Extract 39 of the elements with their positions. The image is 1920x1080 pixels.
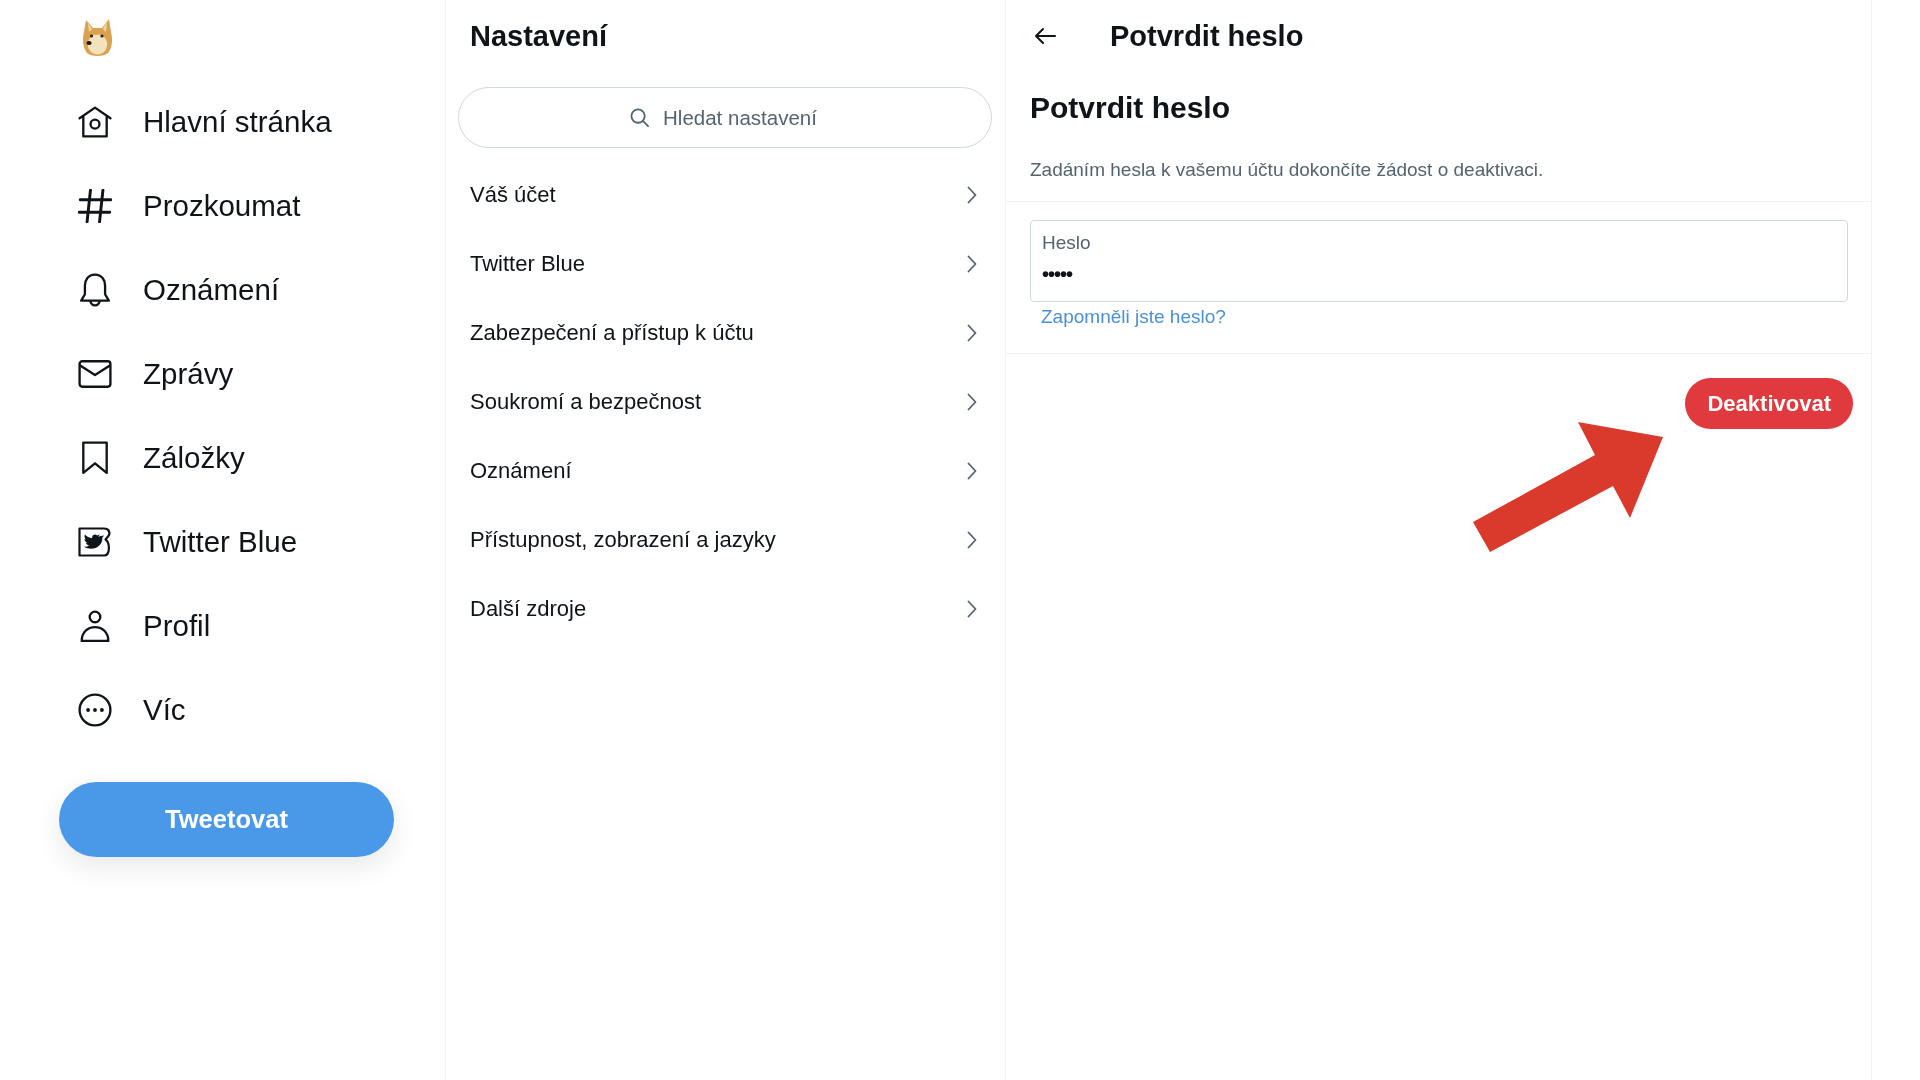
home-icon [78,105,112,139]
nav-item[interactable]: Víc [0,668,202,752]
search-field[interactable]: Hledat nastavení [458,87,992,148]
nav-item[interactable]: Profil [0,584,227,668]
search-icon [630,108,649,127]
more-icon [78,693,112,727]
description-text: Zadáním hesla k vašemu účtu dokončíte žádost o deaktivaci. [1030,158,1544,182]
dog-icon [82,18,113,57]
bell-icon [78,273,112,307]
chevron-right-icon [967,530,977,549]
chevron-right-icon [967,599,977,618]
settings-item[interactable]: Soukromí a bezpečnost [446,367,1005,436]
settings-item[interactable]: Twitter Blue [446,229,1005,298]
settings-item[interactable]: Váš účet [446,160,1005,229]
deactivate-button[interactable]: Deaktivovat [1685,378,1853,429]
settings-item[interactable]: Přístupnost, zobrazení a jazyky [446,505,1005,574]
nav-item[interactable]: Záložky [0,416,261,500]
settings-item[interactable]: Zabezpečení a přístup k účtu [446,298,1005,367]
chevron-right-icon [967,254,977,273]
chevron-right-icon [967,323,977,342]
nav-item[interactable]: Hlavní stránka [0,80,348,164]
nav-item[interactable]: Zprávy [0,332,250,416]
envelope-icon [78,357,112,391]
person-icon [78,609,112,643]
back-arrow-icon [1034,27,1056,45]
bird-badge-icon [78,525,112,559]
settings-item[interactable]: Oznámení [446,436,1005,505]
hashtag-icon [78,189,112,223]
section-heading: Potvrdit heslo [1030,90,1231,126]
panel-title: Nastavení [470,19,607,53]
chevron-right-icon [967,185,977,204]
panel-title: Potvrdit heslo [1110,19,1304,53]
nav-item[interactable]: Oznámení [0,248,296,332]
chevron-right-icon [967,392,977,411]
field-label: Heslo [1042,232,1091,254]
nav-item[interactable]: Prozkoumat [0,164,317,248]
nav-item[interactable]: Twitter Blue [0,500,314,584]
settings-item[interactable]: Další zdroje [446,574,1005,643]
chevron-right-icon [967,461,977,480]
